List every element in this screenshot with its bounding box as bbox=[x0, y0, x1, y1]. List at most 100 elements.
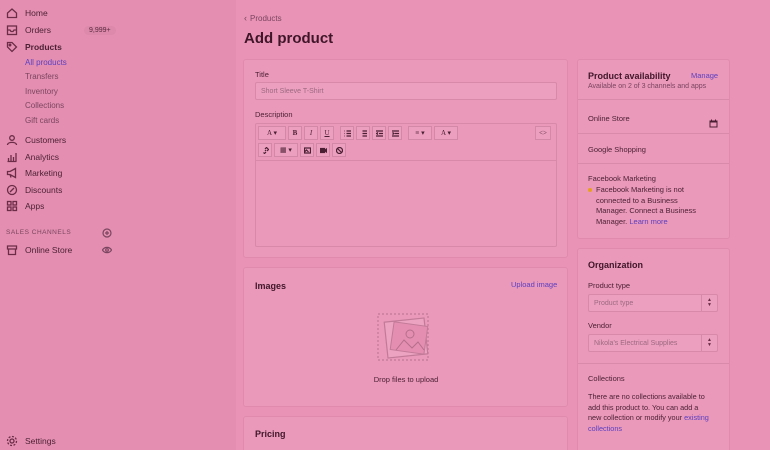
sidebar-item-discounts[interactable]: Discounts bbox=[6, 182, 62, 198]
sales-channels-heading: SALES CHANNELS bbox=[6, 229, 72, 236]
sidebar-item-online-store[interactable]: Online Store bbox=[6, 242, 72, 258]
title-input[interactable]: Short Sleeve T-Shirt bbox=[255, 82, 557, 100]
facebook-warning-text: Manager. bbox=[596, 216, 628, 226]
facebook-warning-line: Facebook Marketing is not bbox=[596, 185, 684, 194]
photos-icon bbox=[377, 313, 429, 361]
sidebar-item-orders[interactable]: Orders bbox=[6, 22, 51, 38]
outdent-icon[interactable] bbox=[372, 126, 386, 140]
organization-title: Organization bbox=[588, 260, 644, 270]
clear-formatting-icon[interactable] bbox=[332, 143, 346, 157]
manage-link[interactable]: Manage bbox=[691, 71, 718, 80]
channel-google-shopping: Google Shopping bbox=[588, 145, 646, 154]
sidebar-item-customers[interactable]: Customers bbox=[6, 132, 66, 148]
description-textarea[interactable] bbox=[256, 160, 556, 246]
sidebar-item-label: Discounts bbox=[25, 185, 63, 195]
channel-online-store: Online Store bbox=[588, 114, 630, 123]
sidebar-item-home[interactable]: Home bbox=[6, 5, 48, 21]
sidebar-item-label: Home bbox=[25, 8, 48, 18]
breadcrumb[interactable]: ‹ Products bbox=[244, 13, 282, 23]
product-type-label: Product type bbox=[588, 281, 631, 290]
eye-icon[interactable] bbox=[102, 245, 112, 255]
sidebar-subitem-transfers[interactable]: Transfers bbox=[25, 72, 59, 81]
facebook-warning: Facebook Marketing is not connected to a… bbox=[588, 185, 696, 227]
gear-icon bbox=[6, 435, 18, 447]
home-icon bbox=[6, 7, 18, 19]
sidebar-item-label: Online Store bbox=[25, 245, 73, 255]
table-icon[interactable]: ▦ ▾ bbox=[274, 143, 298, 157]
sidebar-subitem-inventory[interactable]: Inventory bbox=[25, 87, 58, 96]
product-type-select[interactable]: Product type ▲ ▼ bbox=[588, 294, 718, 312]
collections-message-line: add this product to. You can add a bbox=[588, 402, 699, 412]
bold-icon[interactable]: B bbox=[288, 126, 302, 140]
sidebar-subitem-gift-cards[interactable]: Gift cards bbox=[25, 116, 59, 125]
html-source-icon[interactable]: <> bbox=[535, 126, 551, 140]
sidebar-item-marketing[interactable]: Marketing bbox=[6, 165, 62, 181]
learn-more-link[interactable]: Learn more bbox=[629, 217, 667, 226]
description-label: Description bbox=[255, 110, 293, 119]
underline-icon[interactable]: U bbox=[320, 126, 334, 140]
divider bbox=[578, 363, 729, 364]
divider bbox=[578, 99, 729, 100]
tag-icon bbox=[6, 41, 18, 53]
collections-message: There are no collections available to ad… bbox=[588, 392, 709, 434]
sidebar-item-label: Orders bbox=[25, 25, 51, 35]
pricing-card bbox=[244, 417, 567, 450]
vendor-value: Nikola's Electrical Supplies bbox=[594, 339, 678, 347]
select-arrows-icon: ▲ ▼ bbox=[701, 335, 717, 351]
description-editor: A ▾ B I U ≡ ▾ A ▾ <> ▦ ▾ bbox=[255, 123, 557, 247]
availability-subtitle: Available on 2 of 3 channels and apps bbox=[588, 83, 707, 90]
megaphone-icon bbox=[6, 167, 18, 179]
channel-facebook-marketing: Facebook Marketing bbox=[588, 174, 656, 183]
apps-icon bbox=[6, 200, 18, 212]
select-arrows-icon: ▲ ▼ bbox=[701, 295, 717, 311]
sidebar-item-label: Products bbox=[25, 42, 62, 52]
align-icon[interactable]: ≡ ▾ bbox=[408, 126, 432, 140]
discount-icon bbox=[6, 184, 18, 196]
availability-title: Product availability bbox=[588, 71, 671, 81]
sidebar-subitem-all-products[interactable]: All products bbox=[25, 58, 67, 67]
text-color-icon[interactable]: A ▾ bbox=[434, 126, 458, 140]
link-icon[interactable] bbox=[258, 143, 272, 157]
collections-label: Collections bbox=[588, 374, 625, 383]
collections-message-line: collections bbox=[588, 424, 709, 435]
title-label: Title bbox=[255, 70, 269, 79]
vendor-select[interactable]: Nikola's Electrical Supplies ▲ ▼ bbox=[588, 334, 718, 352]
upload-image-link[interactable]: Upload image bbox=[511, 280, 557, 289]
italic-icon[interactable]: I bbox=[304, 126, 318, 140]
sidebar-item-products[interactable]: Products bbox=[6, 39, 62, 55]
product-type-value: Product type bbox=[594, 299, 634, 307]
pricing-title: Pricing bbox=[255, 429, 286, 439]
sidebar-subitem-collections[interactable]: Collections bbox=[25, 101, 64, 110]
bullet-list-icon[interactable] bbox=[340, 126, 354, 140]
calendar-icon[interactable] bbox=[709, 115, 718, 128]
divider bbox=[578, 133, 729, 134]
facebook-warning-line: Manager. Learn more bbox=[588, 217, 696, 228]
sidebar-item-apps[interactable]: Apps bbox=[6, 198, 44, 214]
sidebar-item-label: Customers bbox=[25, 135, 67, 145]
editor-toolbar-row-2: ▦ ▾ bbox=[258, 143, 348, 159]
image-dropzone[interactable]: Drop files to upload bbox=[255, 300, 557, 400]
store-icon bbox=[6, 244, 18, 256]
font-style-icon[interactable]: A ▾ bbox=[258, 126, 286, 140]
image-insert-icon[interactable] bbox=[300, 143, 314, 157]
analytics-icon bbox=[6, 151, 18, 163]
facebook-warning-line: Manager. Connect a Business bbox=[596, 206, 697, 215]
collections-message-text: new collection or modify your bbox=[588, 413, 683, 422]
orders-count-badge: 9,999+ bbox=[84, 26, 116, 35]
collections-link[interactable]: collections bbox=[588, 424, 622, 433]
numbered-list-icon[interactable] bbox=[356, 126, 370, 140]
editor-toolbar-row-1: A ▾ B I U ≡ ▾ A ▾ bbox=[258, 126, 460, 142]
sidebar-item-settings[interactable]: Settings bbox=[6, 433, 56, 449]
sidebar-item-analytics[interactable]: Analytics bbox=[6, 149, 59, 165]
sidebar-item-label: Analytics bbox=[25, 152, 60, 162]
sidebar: Home Orders 9,999+ Products All products… bbox=[0, 0, 236, 450]
images-title: Images bbox=[255, 281, 287, 291]
divider bbox=[578, 163, 729, 164]
add-channel-icon[interactable] bbox=[102, 228, 112, 238]
sidebar-item-label: Apps bbox=[25, 201, 45, 211]
existing-collections-link[interactable]: existing bbox=[684, 413, 709, 422]
drop-files-text: Drop files to upload bbox=[373, 375, 439, 384]
video-insert-icon[interactable] bbox=[316, 143, 330, 157]
indent-icon[interactable] bbox=[388, 126, 402, 140]
breadcrumb-label: Products bbox=[250, 13, 282, 23]
